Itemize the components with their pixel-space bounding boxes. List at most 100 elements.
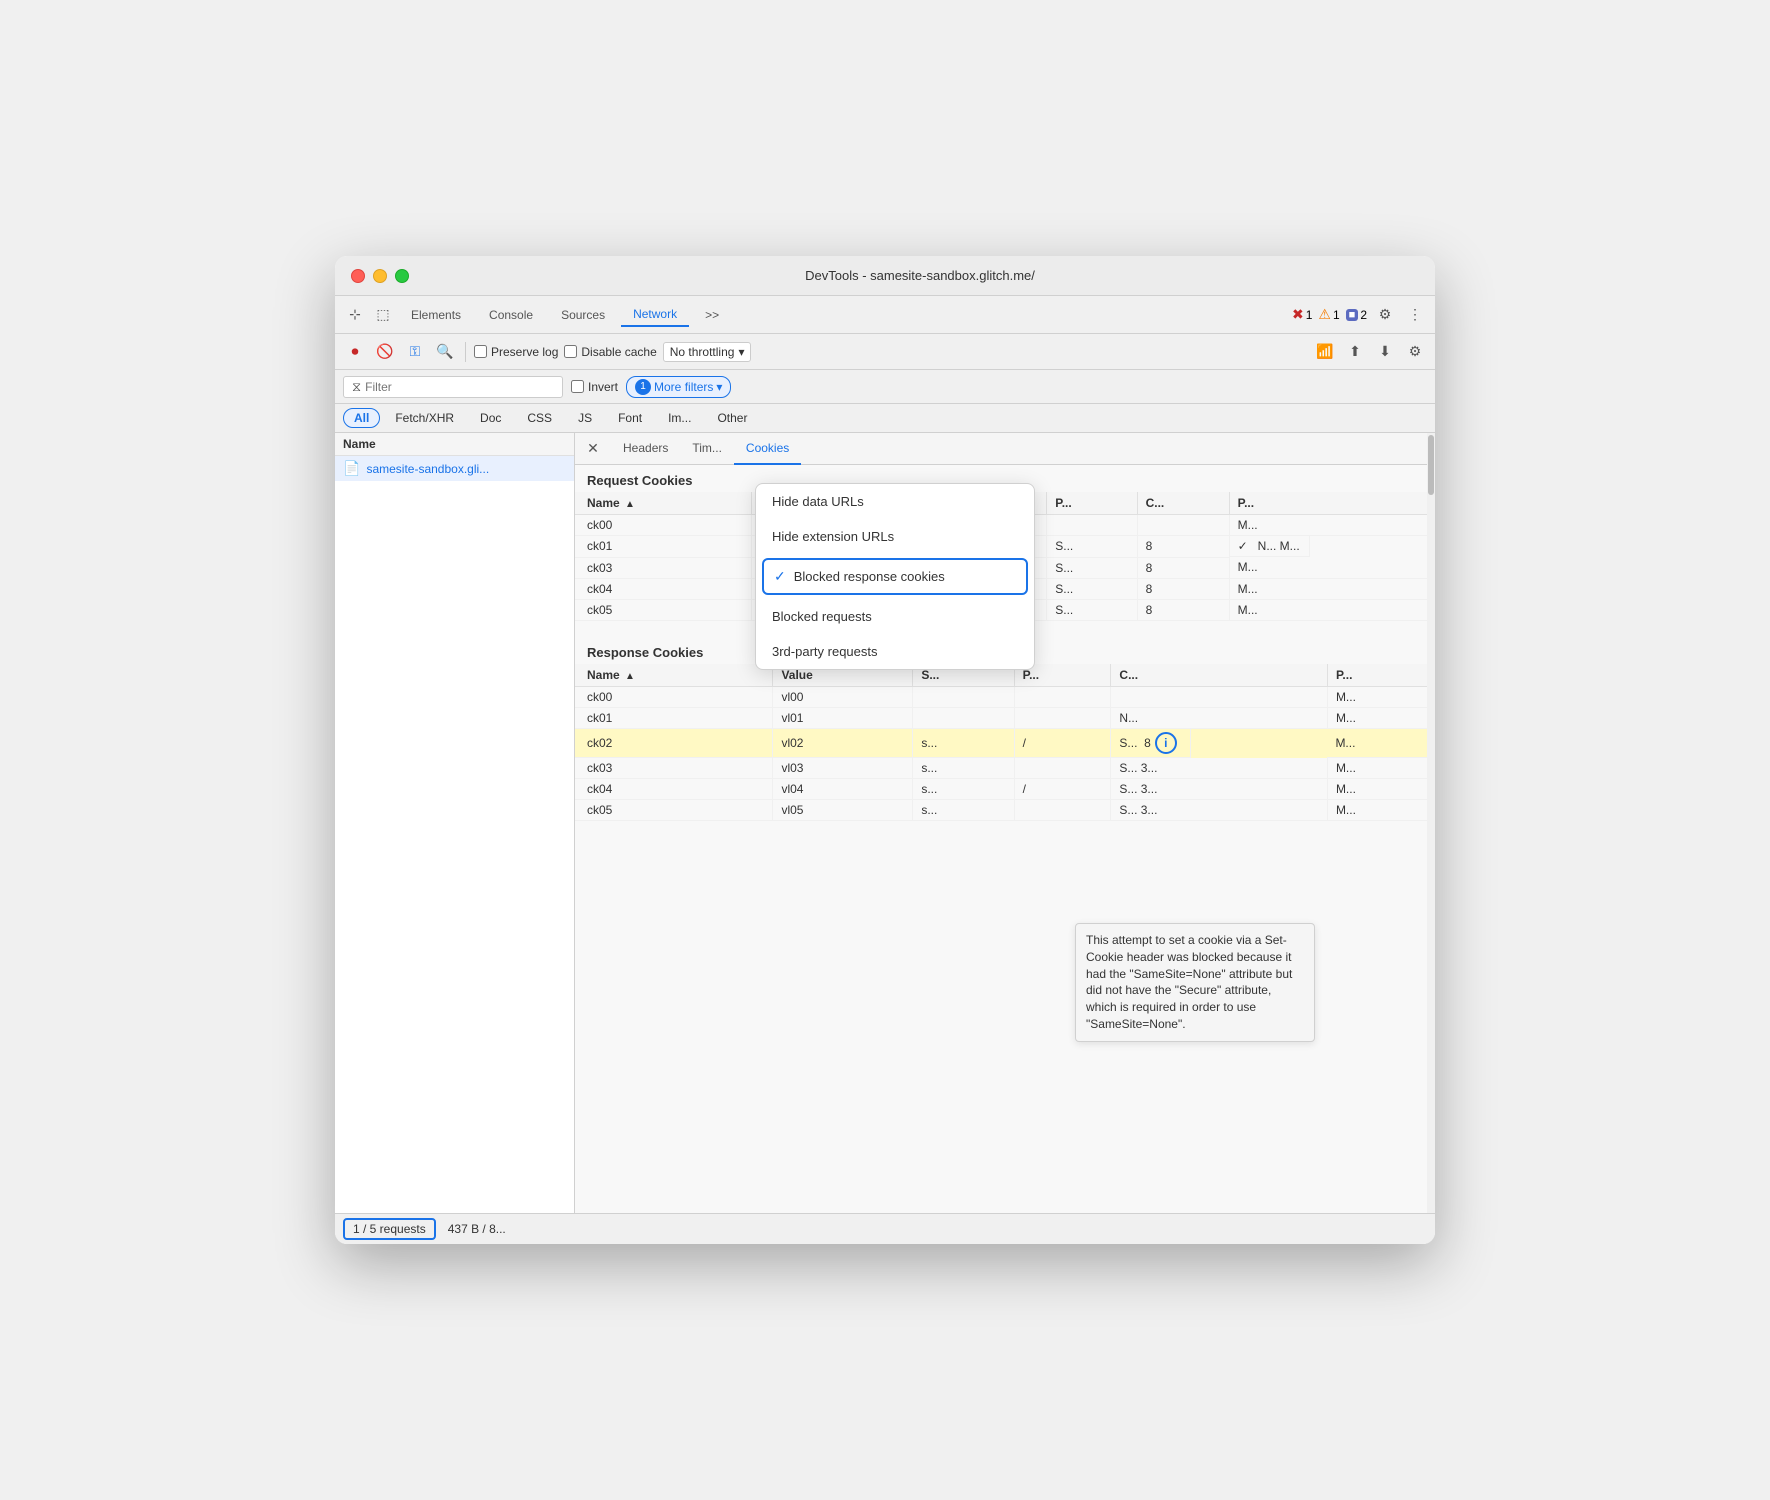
info-icon[interactable]: i (1155, 732, 1177, 754)
invert-group[interactable]: Invert (571, 380, 618, 394)
record-button[interactable]: ⏺ (343, 340, 367, 364)
tab-cookies[interactable]: Cookies (734, 433, 801, 465)
filter-bar: ⧖ Invert 1 More filters ▾ (335, 370, 1435, 404)
type-filter-js[interactable]: JS (567, 408, 603, 428)
close-detail-button[interactable]: ✕ (583, 439, 603, 459)
req-col-c[interactable]: C... (1137, 492, 1229, 515)
disable-cache-label: Disable cache (581, 345, 656, 359)
more-filters-dropdown: Hide data URLs Hide extension URLs ✓ Blo… (755, 483, 1035, 670)
cookie-tooltip: This attempt to set a cookie via a Set-C… (1075, 923, 1315, 1042)
window-title: DevTools - samesite-sandbox.glitch.me/ (421, 268, 1419, 283)
hide-data-urls-label: Hide data URLs (772, 494, 864, 509)
tab-elements[interactable]: Elements (399, 304, 473, 326)
req-col-p[interactable]: P... (1047, 492, 1137, 515)
tab-sources[interactable]: Sources (549, 304, 617, 326)
file-doc-icon: 📄 (343, 460, 360, 477)
disable-cache-group[interactable]: Disable cache (564, 345, 656, 359)
res-col-p2[interactable]: P... (1327, 664, 1434, 687)
tab-more[interactable]: >> (693, 304, 731, 326)
filter-input[interactable] (365, 380, 525, 394)
size-info: 437 B / 8... (448, 1222, 506, 1236)
warning-badge: ⚠ 1 (1318, 306, 1339, 323)
filter-funnel-icon: ⧖ (352, 379, 361, 395)
type-filter-other[interactable]: Other (706, 408, 758, 428)
detail-tabs-bar: ✕ Headers Tim... Cookies (575, 433, 1435, 465)
sort-asc-icon2: ▲ (625, 671, 635, 682)
dropdown-hide-data-urls[interactable]: Hide data URLs (756, 484, 1034, 519)
type-filter-css[interactable]: CSS (516, 408, 563, 428)
invert-checkbox[interactable] (571, 380, 584, 393)
table-row[interactable]: ck01 vl01 N... M... (575, 707, 1435, 728)
close-button[interactable] (351, 269, 365, 283)
response-cookies-table: Name ▲ Value S... P... C... P... ck00 (575, 664, 1435, 822)
tab-timing[interactable]: Tim... (680, 433, 734, 465)
table-row-highlighted[interactable]: ck02 vl02 s.../ S... 8 i M... (575, 728, 1435, 758)
more-filters-label: More filters (654, 380, 713, 394)
table-row[interactable]: ck04 vl04 s.../S... 3... M... (575, 779, 1435, 800)
info-badge-icon: ■ (1346, 309, 1359, 321)
res-col-c[interactable]: C... (1111, 664, 1328, 687)
clear-button[interactable]: 🚫 (373, 340, 397, 364)
cursor-icon[interactable]: ⊹ (343, 303, 367, 327)
scrollbar[interactable] (1427, 433, 1435, 1213)
res-row-name: ck05 (575, 800, 773, 821)
file-name: samesite-sandbox.gli... (366, 462, 489, 476)
dropdown-3rd-party-requests[interactable]: 3rd-party requests (756, 634, 1034, 669)
tab-console[interactable]: Console (477, 304, 545, 326)
checkmark-icon: ✓ (774, 568, 786, 585)
req-row-name: ck00 (575, 515, 752, 536)
device-icon[interactable]: ⬚ (371, 303, 395, 327)
hide-extension-urls-label: Hide extension URLs (772, 529, 894, 544)
preserve-log-group[interactable]: Preserve log (474, 345, 558, 359)
list-item[interactable]: 📄 samesite-sandbox.gli... (335, 456, 574, 481)
dropdown-blocked-response-cookies[interactable]: ✓ Blocked response cookies (762, 558, 1028, 595)
search-icon[interactable]: 🔍 (433, 340, 457, 364)
download-icon[interactable]: ⬇ (1373, 340, 1397, 364)
traffic-lights (351, 269, 409, 283)
main-area: Name 📄 samesite-sandbox.gli... ✕ Headers… (335, 433, 1435, 1213)
filter-input-container: ⧖ (343, 376, 563, 398)
table-row[interactable]: ck05 vl05 s...S... 3... M... (575, 800, 1435, 821)
maximize-button[interactable] (395, 269, 409, 283)
minimize-button[interactable] (373, 269, 387, 283)
3rd-party-requests-label: 3rd-party requests (772, 644, 878, 659)
res-row-name: ck03 (575, 758, 773, 779)
filter-icon[interactable]: ⚿ (403, 340, 427, 364)
res-row-name: ck01 (575, 707, 773, 728)
more-filters-button[interactable]: 1 More filters ▾ (626, 376, 731, 398)
sort-asc-icon: ▲ (625, 499, 635, 510)
tab-network[interactable]: Network (621, 303, 689, 327)
table-row[interactable]: ck00 vl00 M... (575, 686, 1435, 707)
wifi-icon[interactable]: 📶 (1313, 340, 1337, 364)
type-filter-all[interactable]: All (343, 408, 380, 428)
settings-icon[interactable]: ⚙ (1373, 303, 1397, 327)
more-options-icon[interactable]: ⋮ (1403, 303, 1427, 327)
scrollbar-thumb[interactable] (1428, 435, 1434, 495)
blocked-requests-label: Blocked requests (772, 609, 872, 624)
tab-headers[interactable]: Headers (611, 433, 680, 465)
dropdown-hide-extension-urls[interactable]: Hide extension URLs (756, 519, 1034, 554)
res-col-name[interactable]: Name ▲ (575, 664, 773, 687)
upload-icon[interactable]: ⬆ (1343, 340, 1367, 364)
throttle-label: No throttling (670, 345, 735, 359)
disable-cache-checkbox[interactable] (564, 345, 577, 358)
separator-1 (465, 342, 466, 362)
preserve-log-checkbox[interactable] (474, 345, 487, 358)
dropdown-blocked-requests[interactable]: Blocked requests (756, 599, 1034, 634)
type-filter-doc[interactable]: Doc (469, 408, 512, 428)
throttle-select[interactable]: No throttling ▾ (663, 342, 752, 362)
req-row-name: ck05 (575, 599, 752, 620)
req-col-name[interactable]: Name ▲ (575, 492, 752, 515)
devtools-window: DevTools - samesite-sandbox.glitch.me/ ⊹… (335, 256, 1435, 1244)
settings2-icon[interactable]: ⚙ (1403, 340, 1427, 364)
blocked-response-cookies-label: Blocked response cookies (794, 569, 945, 584)
requests-count-badge: 1 / 5 requests (343, 1218, 436, 1240)
table-row[interactable]: ck03 vl03 s...S... 3... M... (575, 758, 1435, 779)
req-row-name: ck01 (575, 536, 752, 558)
type-filter-fetch-xhr[interactable]: Fetch/XHR (384, 408, 465, 428)
status-bar: 1 / 5 requests 437 B / 8... (335, 1213, 1435, 1244)
type-filter-font[interactable]: Font (607, 408, 653, 428)
type-filter-img[interactable]: Im... (657, 408, 702, 428)
throttle-chevron-icon: ▾ (738, 345, 744, 359)
req-col-p2[interactable]: P... (1229, 492, 1434, 515)
